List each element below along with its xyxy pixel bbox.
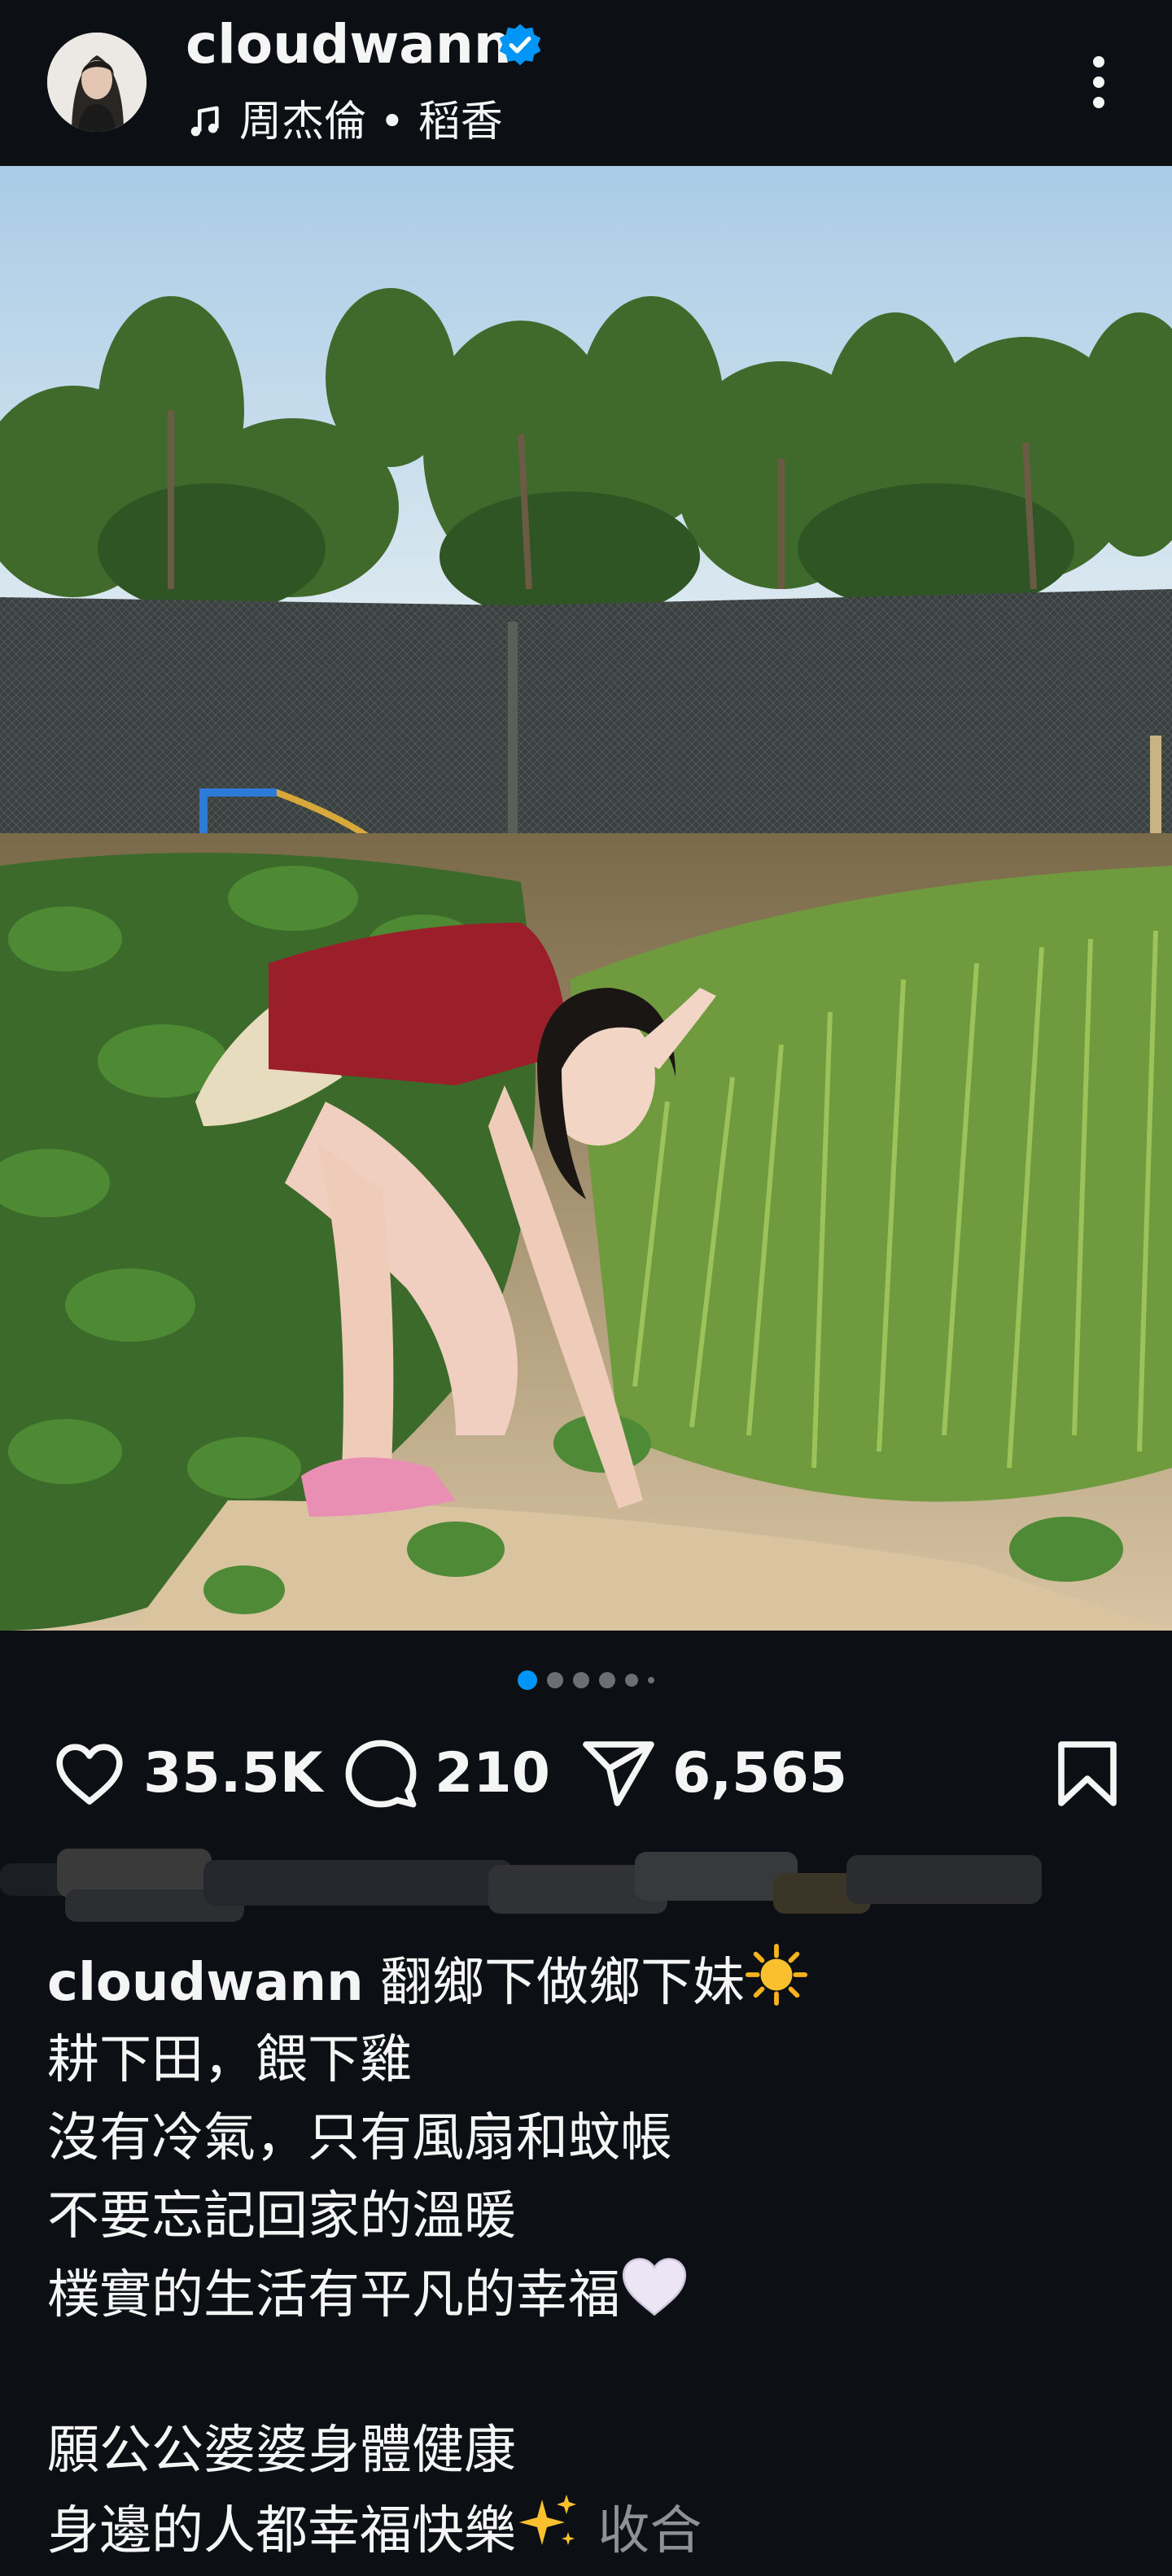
- carousel-dot: [573, 1672, 589, 1688]
- music-attribution[interactable]: 周杰倫 • 稻香: [186, 91, 503, 153]
- redaction-block: [203, 1860, 513, 1906]
- carousel-dot-active: [518, 1670, 537, 1690]
- caption-line: cloudwann 翻鄉下做鄉下妹: [47, 1943, 1138, 2021]
- like-button[interactable]: 35.5K: [50, 1725, 322, 1823]
- sparkles-emoji-icon: [519, 2495, 576, 2545]
- like-count: 35.5K: [143, 1741, 323, 1805]
- post-caption: cloudwann 翻鄉下做鄉下妹 耕下田，餵下雞 沒有冷氣，只有風扇和蚊帳 不…: [47, 1943, 1138, 2568]
- caption-line: 身邊的人都幸福快樂 收合: [47, 2490, 1138, 2568]
- carousel-dot: [648, 1677, 654, 1683]
- liked-by-redacted: [0, 1840, 1042, 1930]
- send-icon: [583, 1741, 654, 1806]
- caption-line: 不要忘記回家的溫暖: [47, 2186, 516, 2246]
- carousel-dot: [599, 1672, 615, 1688]
- farm-photo-illustration: [0, 166, 1172, 1631]
- caption-username[interactable]: cloudwann: [47, 1953, 364, 2013]
- caption-text: 樸實的生活有平凡的幸福: [47, 2265, 620, 2325]
- save-button[interactable]: [1048, 1725, 1126, 1823]
- comment-button[interactable]: 210: [342, 1725, 550, 1823]
- caption-line: 樸實的生活有平凡的幸福: [47, 2255, 1138, 2334]
- carousel-dot: [547, 1672, 563, 1688]
- comment-count: 210: [435, 1741, 550, 1805]
- white-heart-emoji-icon: [622, 2258, 687, 2316]
- carousel-indicator: [0, 1664, 1172, 1696]
- bookmark-icon: [1058, 1741, 1117, 1806]
- carousel-dot: [625, 1674, 638, 1687]
- caption-text: 身邊的人都幸福快樂: [47, 2501, 516, 2561]
- post-photo[interactable]: [0, 166, 1172, 1631]
- sun-emoji-icon: [745, 1943, 808, 2006]
- collapse-caption-link[interactable]: 收合: [597, 2501, 702, 2561]
- verified-badge-icon: [499, 24, 541, 66]
- caption-line: 耕下田，餵下雞: [47, 2030, 412, 2090]
- post-header: cloudwann 周杰倫 • 稻香: [0, 0, 1172, 164]
- username[interactable]: cloudwann: [186, 10, 512, 80]
- caption-text: 翻鄉下做鄉下妹: [380, 1953, 745, 2013]
- avatar[interactable]: [47, 33, 146, 132]
- caption-line: 沒有冷氣，只有風扇和蚊帳: [47, 2108, 672, 2168]
- heart-icon: [56, 1744, 123, 1805]
- caption-line: 願公公婆婆身體健康: [47, 2421, 516, 2481]
- redaction-block: [846, 1855, 1042, 1904]
- music-label: 周杰倫 • 稻香: [239, 98, 503, 146]
- share-button[interactable]: 6,565: [579, 1725, 847, 1823]
- music-note-icon: [190, 106, 219, 137]
- more-options-icon[interactable]: [1066, 46, 1131, 119]
- action-bar: 35.5K 210 6,565: [0, 1725, 1172, 1823]
- share-count: 6,565: [672, 1741, 848, 1805]
- comment-bubble-icon: [345, 1740, 417, 1808]
